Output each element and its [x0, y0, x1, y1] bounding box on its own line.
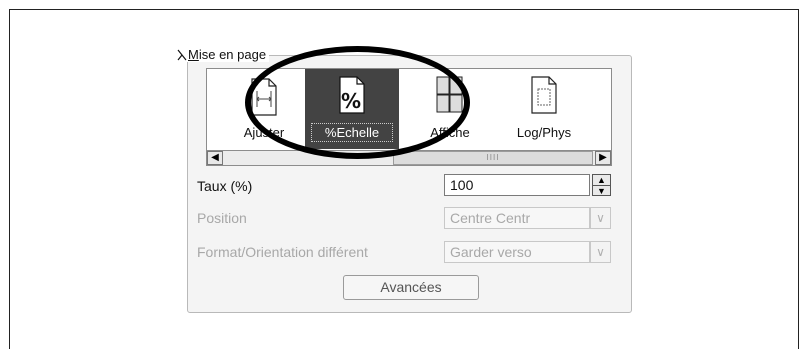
chevron-left-icon: ◀ — [211, 152, 219, 163]
chevron-down-icon: ∨ — [596, 245, 605, 259]
layout-logphys[interactable]: Log/Phys — [497, 69, 591, 149]
position-dropdown-button: ∨ — [590, 207, 611, 229]
advanced-button[interactable]: Avancées — [343, 275, 479, 300]
svg-text:%: % — [341, 89, 361, 113]
format-dropdown-button: ∨ — [590, 241, 611, 263]
scroll-left-button[interactable]: ◀ — [207, 151, 223, 165]
layout-type-strip[interactable]: Ajuster % %Echelle Affiche Log/Phys — [206, 68, 612, 156]
poster-icon — [436, 76, 463, 113]
layout-echelle[interactable]: % %Echelle — [305, 69, 399, 149]
layout-ajuster-label: Ajuster — [243, 125, 285, 140]
group-title-text: ise en page — [198, 47, 267, 62]
group-title-accesskey: M — [188, 47, 199, 62]
rate-input[interactable]: 100 — [444, 174, 590, 196]
layout-affiche[interactable]: Affiche — [403, 69, 497, 149]
rate-label: Taux (%) — [197, 178, 253, 194]
position-select: Centre Centr — [444, 207, 590, 229]
group-collapse-icon[interactable] — [176, 48, 188, 62]
chevron-right-icon: ▶ — [599, 152, 607, 163]
position-label: Position — [197, 210, 247, 226]
format-select: Garder verso — [444, 241, 590, 263]
group-title: Mise en page — [176, 47, 270, 62]
layout-strip-scrollbar[interactable]: ◀ IIII ▶ — [206, 150, 612, 166]
spin-up-icon[interactable]: ▲ — [593, 175, 610, 185]
page-icon — [531, 76, 557, 114]
scale-percent-icon: % — [339, 76, 365, 114]
scroll-thumb[interactable]: IIII — [393, 151, 593, 165]
layout-logphys-label: Log/Phys — [516, 125, 572, 140]
scroll-right-button[interactable]: ▶ — [595, 151, 611, 165]
chevron-down-icon: ∨ — [596, 211, 605, 225]
layout-echelle-label: %Echelle — [311, 123, 393, 142]
rate-spinner[interactable]: ▲ ▼ — [592, 174, 611, 196]
format-label: Format/Orientation différent — [197, 244, 368, 260]
layout-affiche-label: Affiche — [430, 125, 470, 140]
layout-ajuster[interactable]: Ajuster — [217, 69, 311, 149]
spin-down-icon[interactable]: ▼ — [593, 185, 610, 196]
fit-page-icon — [251, 78, 277, 116]
